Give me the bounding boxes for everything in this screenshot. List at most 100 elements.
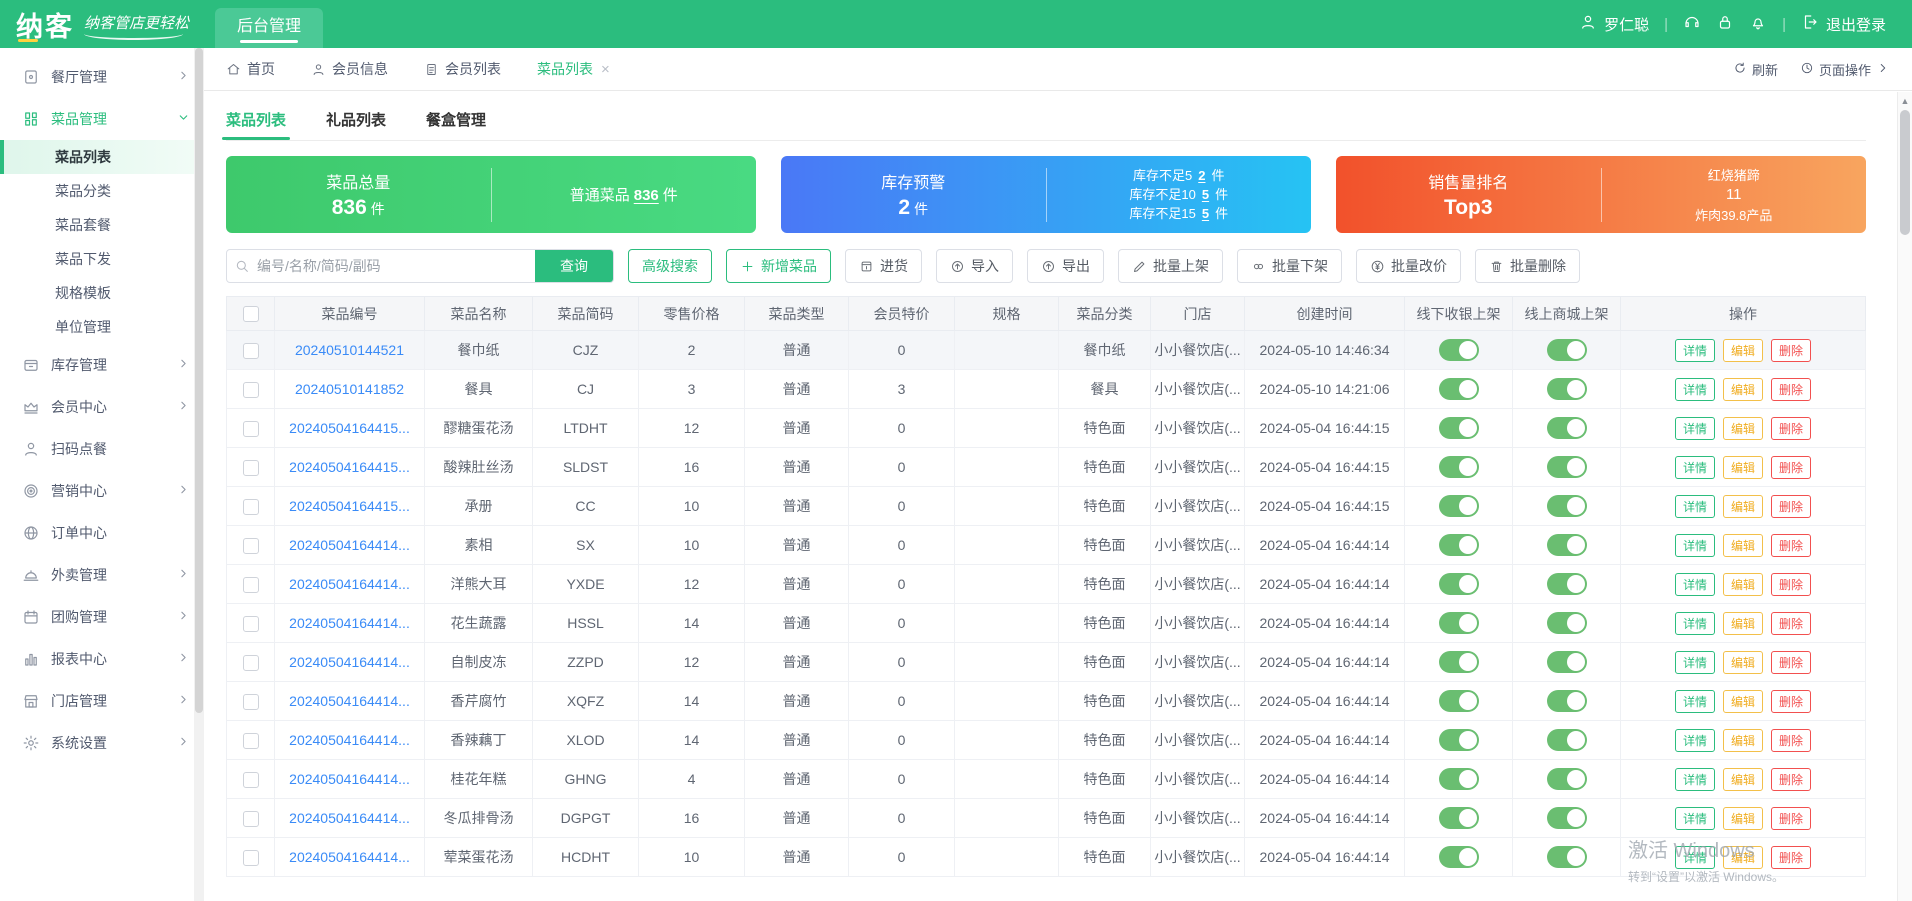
open-tab-菜品列表[interactable]: 菜品列表 ×: [537, 59, 610, 79]
online-mall-toggle[interactable]: [1546, 768, 1587, 790]
online-mall-toggle[interactable]: [1546, 378, 1587, 400]
delete-button[interactable]: 删除: [1771, 845, 1812, 869]
dish-code-link[interactable]: 20240504164415...: [289, 459, 410, 475]
dish-code-link[interactable]: 20240504164415...: [289, 420, 410, 436]
toolbar-button-批量改价[interactable]: 批量改价: [1356, 249, 1461, 283]
sidebar-subitem-菜品下发[interactable]: 菜品下发: [0, 242, 204, 276]
sidebar-subitem-单位管理[interactable]: 单位管理: [0, 310, 204, 344]
toolbar-button-高级搜索[interactable]: 高级搜索: [628, 249, 712, 283]
edit-button[interactable]: 编辑: [1722, 338, 1763, 362]
dish-code-link[interactable]: 20240510141852: [295, 381, 404, 397]
row-checkbox[interactable]: [242, 693, 259, 710]
sidebar-item-8[interactable]: 外卖管理: [0, 554, 204, 596]
scroll-up-arrow[interactable]: ▲: [1898, 92, 1912, 106]
delete-button[interactable]: 删除: [1771, 377, 1812, 401]
toolbar-button-导出[interactable]: 导出: [1027, 249, 1104, 283]
offline-pos-toggle[interactable]: [1438, 378, 1479, 400]
sidebar-subitem-菜品分类[interactable]: 菜品分类: [0, 174, 204, 208]
sidebar-item-4[interactable]: 会员中心: [0, 386, 204, 428]
row-checkbox[interactable]: [242, 849, 259, 866]
refresh-button[interactable]: 刷新: [1733, 60, 1778, 79]
detail-button[interactable]: 详情: [1674, 416, 1715, 440]
row-checkbox[interactable]: [242, 381, 259, 398]
online-mall-toggle[interactable]: [1546, 729, 1587, 751]
current-user[interactable]: 罗仁聪: [1579, 13, 1649, 35]
edit-button[interactable]: 编辑: [1722, 611, 1763, 635]
dish-code-link[interactable]: 20240504164414...: [289, 810, 410, 826]
lock-icon-button[interactable]: [1716, 13, 1734, 35]
delete-button[interactable]: 删除: [1771, 338, 1812, 362]
nav-backoffice-tab[interactable]: 后台管理: [215, 8, 324, 48]
sidebar-item-1[interactable]: 餐厅管理: [0, 56, 204, 98]
logout-button[interactable]: 退出登录: [1801, 13, 1886, 35]
row-checkbox[interactable]: [242, 615, 259, 632]
dish-code-link[interactable]: 20240504164414...: [289, 615, 410, 631]
row-checkbox[interactable]: [242, 420, 259, 437]
detail-button[interactable]: 详情: [1674, 572, 1715, 596]
delete-button[interactable]: 删除: [1771, 806, 1812, 830]
detail-button[interactable]: 详情: [1674, 533, 1715, 557]
sidebar-item-7[interactable]: 订单中心: [0, 512, 204, 554]
row-checkbox[interactable]: [242, 459, 259, 476]
search-input[interactable]: [257, 250, 535, 282]
edit-button[interactable]: 编辑: [1722, 533, 1763, 557]
dish-code-link[interactable]: 20240504164414...: [289, 771, 410, 787]
detail-button[interactable]: 详情: [1674, 806, 1715, 830]
dish-code-link[interactable]: 20240504164414...: [289, 693, 410, 709]
offline-pos-toggle[interactable]: [1438, 807, 1479, 829]
detail-button[interactable]: 详情: [1674, 845, 1715, 869]
sidebar-item-12[interactable]: 系统设置: [0, 722, 204, 764]
offline-pos-toggle[interactable]: [1438, 534, 1479, 556]
open-tab-首页[interactable]: 首页: [226, 59, 275, 79]
online-mall-toggle[interactable]: [1546, 690, 1587, 712]
toolbar-button-进货[interactable]: 进货: [845, 249, 922, 283]
toolbar-button-导入[interactable]: 导入: [936, 249, 1013, 283]
scrollbar-thumb[interactable]: [1900, 110, 1910, 235]
detail-button[interactable]: 详情: [1674, 377, 1715, 401]
edit-button[interactable]: 编辑: [1722, 650, 1763, 674]
subtab-餐盒管理[interactable]: 餐盒管理: [426, 101, 486, 140]
online-mall-toggle[interactable]: [1546, 339, 1587, 361]
delete-button[interactable]: 删除: [1771, 728, 1812, 752]
sidebar-item-11[interactable]: 门店管理: [0, 680, 204, 722]
online-mall-toggle[interactable]: [1546, 534, 1587, 556]
page-operations-button[interactable]: 页面操作: [1800, 60, 1890, 79]
offline-pos-toggle[interactable]: [1438, 339, 1479, 361]
sidebar-scrollbar[interactable]: [194, 48, 204, 901]
toolbar-button-批量上架[interactable]: 批量上架: [1118, 249, 1223, 283]
toolbar-button-新增菜品[interactable]: 新增菜品: [726, 249, 831, 283]
headset-icon-button[interactable]: [1683, 13, 1701, 35]
select-all-checkbox[interactable]: [242, 306, 259, 323]
detail-button[interactable]: 详情: [1674, 728, 1715, 752]
delete-button[interactable]: 删除: [1771, 455, 1812, 479]
subtab-礼品列表[interactable]: 礼品列表: [326, 101, 386, 140]
edit-button[interactable]: 编辑: [1722, 806, 1763, 830]
delete-button[interactable]: 删除: [1771, 767, 1812, 791]
query-button[interactable]: 查询: [535, 250, 613, 282]
offline-pos-toggle[interactable]: [1438, 651, 1479, 673]
delete-button[interactable]: 删除: [1771, 494, 1812, 518]
delete-button[interactable]: 删除: [1771, 416, 1812, 440]
edit-button[interactable]: 编辑: [1722, 416, 1763, 440]
delete-button[interactable]: 删除: [1771, 572, 1812, 596]
online-mall-toggle[interactable]: [1546, 573, 1587, 595]
edit-button[interactable]: 编辑: [1722, 767, 1763, 791]
toolbar-button-批量删除[interactable]: 批量删除: [1475, 249, 1580, 283]
online-mall-toggle[interactable]: [1546, 417, 1587, 439]
edit-button[interactable]: 编辑: [1722, 377, 1763, 401]
content-scrollbar[interactable]: ▲: [1897, 92, 1912, 901]
delete-button[interactable]: 删除: [1771, 689, 1812, 713]
detail-button[interactable]: 详情: [1674, 767, 1715, 791]
offline-pos-toggle[interactable]: [1438, 729, 1479, 751]
detail-button[interactable]: 详情: [1674, 494, 1715, 518]
open-tab-会员列表[interactable]: 会员列表: [424, 59, 501, 79]
sidebar-item-5[interactable]: 扫码点餐: [0, 428, 204, 470]
online-mall-toggle[interactable]: [1546, 651, 1587, 673]
offline-pos-toggle[interactable]: [1438, 846, 1479, 868]
delete-button[interactable]: 删除: [1771, 611, 1812, 635]
subtab-菜品列表[interactable]: 菜品列表: [221, 101, 291, 140]
online-mall-toggle[interactable]: [1546, 612, 1587, 634]
open-tab-会员信息[interactable]: 会员信息: [311, 59, 388, 79]
dish-code-link[interactable]: 20240504164414...: [289, 537, 410, 553]
offline-pos-toggle[interactable]: [1438, 612, 1479, 634]
